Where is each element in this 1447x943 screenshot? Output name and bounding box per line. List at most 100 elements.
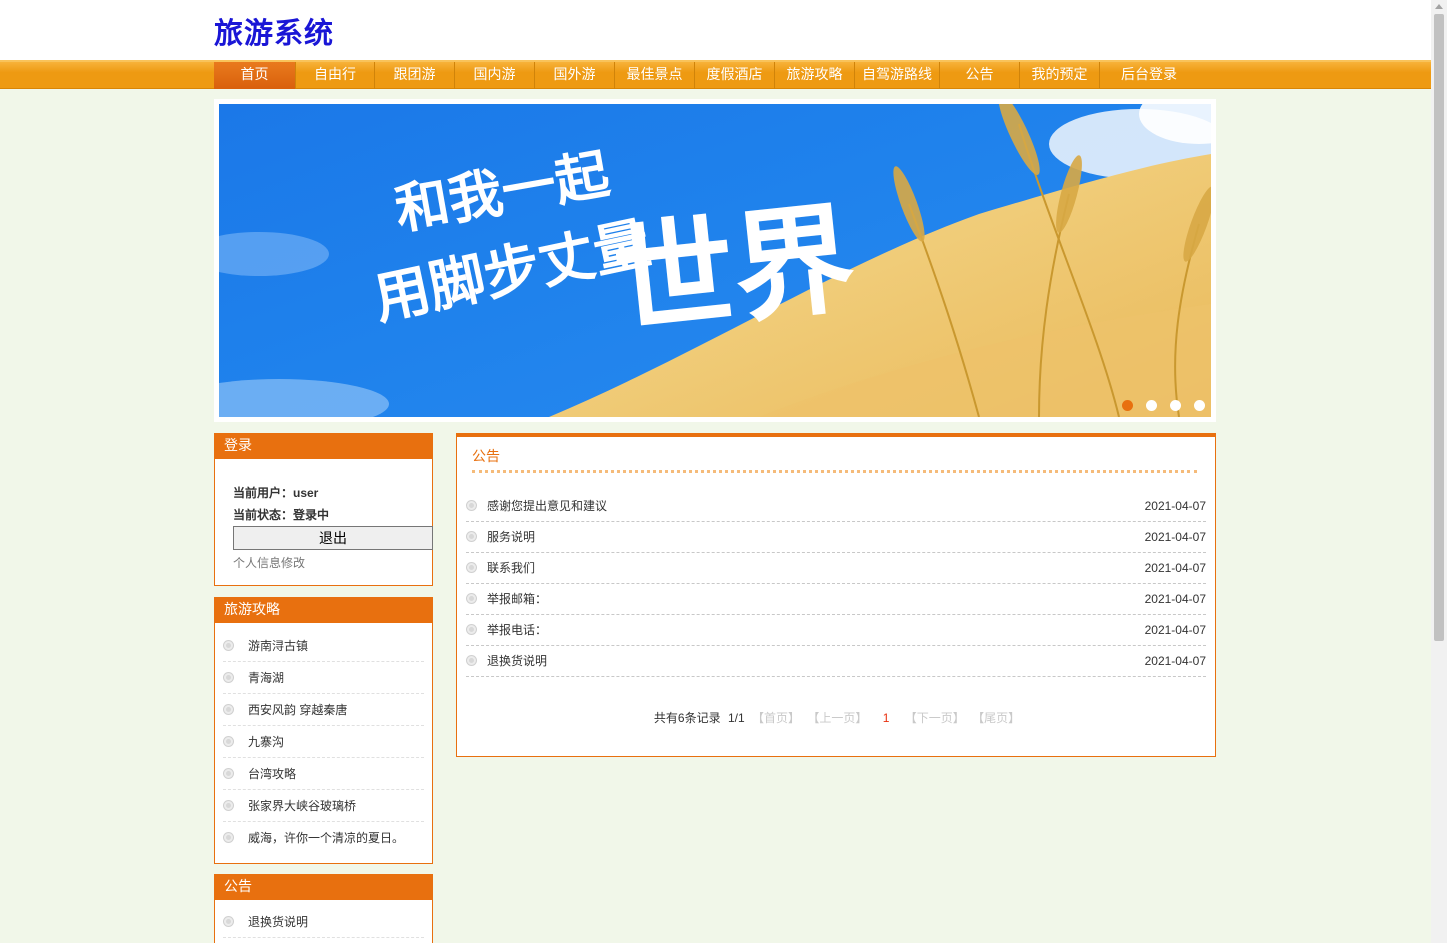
nav-item-free-travel[interactable]: 自由行 <box>296 62 375 89</box>
nav-item-notice[interactable]: 公告 <box>940 62 1020 89</box>
site-logo[interactable]: 旅游系统 <box>214 10 334 52</box>
nav-item-self-drive[interactable]: 自驾游路线 <box>855 62 940 89</box>
list-item[interactable]: 威海，许你一个清凉的夏日。 <box>223 822 424 854</box>
guides-list: 游南浔古镇 青海湖 西安风韵 穿越秦唐 九寨沟 台湾攻略 张家界大峡谷玻璃桥 威… <box>215 623 432 854</box>
scroll-up-icon[interactable] <box>1435 4 1443 9</box>
table-row[interactable]: 举报邮箱： 2021-04-07 <box>466 584 1206 615</box>
nav-item-guides[interactable]: 旅游攻略 <box>775 62 855 89</box>
bullet-icon <box>224 705 233 714</box>
bullet-icon <box>224 917 233 926</box>
notice-date: 2021-04-07 <box>1144 623 1206 637</box>
side-notice-panel: 公告 退换货说明 <box>214 874 433 943</box>
guides-panel: 旅游攻略 游南浔古镇 青海湖 西安风韵 穿越秦唐 九寨沟 台湾攻略 张家界大峡谷… <box>214 597 433 864</box>
notice-date: 2021-04-07 <box>1144 561 1206 575</box>
pager-current[interactable]: 1 <box>883 711 890 725</box>
pager-prev[interactable]: 【上一页】 <box>807 711 867 725</box>
notice-title: 感谢您提出意见和建议 <box>487 499 608 513</box>
list-item[interactable]: 九寨沟 <box>223 726 424 758</box>
guide-title: 九寨沟 <box>248 735 285 749</box>
divider <box>472 470 1197 473</box>
table-row[interactable]: 退换货说明 2021-04-07 <box>466 646 1206 677</box>
nav-item-home[interactable]: 首页 <box>214 62 296 89</box>
list-item[interactable]: 台湾攻略 <box>223 758 424 790</box>
notice-date: 2021-04-07 <box>1144 530 1206 544</box>
bullet-icon <box>467 656 476 665</box>
notice-list: 感谢您提出意见和建议 2021-04-07 服务说明 2021-04-07 联系我们… <box>466 491 1206 677</box>
nav-item-hotels[interactable]: 度假酒店 <box>695 62 775 89</box>
notice-panel: 公告 感谢您提出意见和建议 2021-04-07 服务说明 2021-04-07 联… <box>456 433 1216 757</box>
bullet-icon <box>467 625 476 634</box>
banner-slogan-big: 世界 <box>607 188 860 353</box>
side-notice-list: 退换货说明 <box>215 900 432 938</box>
bullet-icon <box>467 594 476 603</box>
login-panel: 登录 当前用户：user 当前状态：登录中 退出 个人信息修改 <box>214 433 433 586</box>
table-row[interactable]: 感谢您提出意见和建议 2021-04-07 <box>466 491 1206 522</box>
notice-panel-title: 公告 <box>472 449 500 465</box>
bullet-icon <box>467 532 476 541</box>
slider-dot-4[interactable] <box>1194 400 1205 411</box>
bullet-icon <box>224 833 233 842</box>
pager-last[interactable]: 【尾页】 <box>972 711 1020 725</box>
guide-title: 游南浔古镇 <box>248 639 309 653</box>
slider-dot-3[interactable] <box>1170 400 1181 411</box>
notice-date: 2021-04-07 <box>1144 654 1206 668</box>
notice-date: 2021-04-07 <box>1144 592 1206 606</box>
site-header: 旅游系统 <box>0 0 1431 60</box>
profile-edit-link[interactable]: 个人信息修改 <box>233 554 432 571</box>
login-status: 当前状态：登录中 <box>233 508 330 522</box>
login-panel-title: 登录 <box>215 434 432 459</box>
notice-title: 退换货说明 <box>487 654 548 668</box>
nav-item-admin-login[interactable]: 后台登录 <box>1100 62 1198 89</box>
notice-title: 服务说明 <box>487 530 536 544</box>
pager-page: 1/1 <box>727 711 745 725</box>
notice-title: 退换货说明 <box>248 915 309 929</box>
notice-title: 举报电话： <box>487 623 548 637</box>
banner-image: 和我一起 用脚步丈量 世界 <box>219 104 1211 417</box>
guide-title: 西安风韵 穿越秦唐 <box>248 703 348 717</box>
nav-item-my-booking[interactable]: 我的预定 <box>1020 62 1100 89</box>
table-row[interactable]: 联系我们 2021-04-07 <box>466 553 1206 584</box>
nav-bar: 首页 自由行 跟团游 国内游 国外游 最佳景点 度假酒店 旅游攻略 自驾游路线 … <box>214 62 1198 89</box>
pager-next[interactable]: 【下一页】 <box>905 711 965 725</box>
list-item[interactable]: 西安风韵 穿越秦唐 <box>223 694 424 726</box>
bullet-icon <box>224 641 233 650</box>
guide-title: 张家界大峡谷玻璃桥 <box>248 799 357 813</box>
logout-button[interactable]: 退出 <box>233 526 433 550</box>
slider-dot-2[interactable] <box>1146 400 1157 411</box>
banner-illustration: 和我一起 用脚步丈量 世界 <box>219 104 1211 417</box>
list-item[interactable]: 游南浔古镇 <box>223 630 424 662</box>
bullet-icon <box>224 801 233 810</box>
notice-date: 2021-04-07 <box>1144 499 1206 513</box>
list-item[interactable]: 青海湖 <box>223 662 424 694</box>
bullet-icon <box>224 673 233 682</box>
guides-panel-title: 旅游攻略 <box>215 598 432 623</box>
bullet-icon <box>224 769 233 778</box>
table-row[interactable]: 举报电话： 2021-04-07 <box>466 615 1206 646</box>
list-item[interactable]: 退换货说明 <box>223 906 424 938</box>
current-user: 当前用户：user <box>233 486 319 500</box>
list-item[interactable]: 张家界大峡谷玻璃桥 <box>223 790 424 822</box>
guide-title: 台湾攻略 <box>248 767 297 781</box>
nav-item-domestic[interactable]: 国内游 <box>455 62 535 89</box>
pagination: 共有6条记录 1/1 【首页】 【上一页】 1 【下一页】 【尾页】 <box>457 709 1217 726</box>
page-scrollbar[interactable] <box>1431 0 1447 943</box>
guide-title: 威海，许你一个清凉的夏日。 <box>248 831 405 845</box>
notice-title: 联系我们 <box>487 561 536 575</box>
pager-first[interactable]: 【首页】 <box>752 711 800 725</box>
table-row[interactable]: 服务说明 2021-04-07 <box>466 522 1206 553</box>
slider-dots <box>1122 400 1205 411</box>
side-notice-title: 公告 <box>215 875 432 900</box>
pager-total: 共有6条记录 <box>653 711 721 725</box>
nav-item-overseas[interactable]: 国外游 <box>535 62 615 89</box>
banner-slider: 和我一起 用脚步丈量 世界 <box>214 99 1216 422</box>
bullet-icon <box>467 501 476 510</box>
scroll-thumb[interactable] <box>1434 14 1444 641</box>
slider-dot-1[interactable] <box>1122 400 1133 411</box>
bullet-icon <box>467 563 476 572</box>
main-nav: 首页 自由行 跟团游 国内游 国外游 最佳景点 度假酒店 旅游攻略 自驾游路线 … <box>0 60 1431 89</box>
guide-title: 青海湖 <box>248 671 285 685</box>
nav-item-best-spots[interactable]: 最佳景点 <box>615 62 695 89</box>
bullet-icon <box>224 737 233 746</box>
notice-title: 举报邮箱： <box>487 592 548 606</box>
nav-item-group-tour[interactable]: 跟团游 <box>375 62 455 89</box>
